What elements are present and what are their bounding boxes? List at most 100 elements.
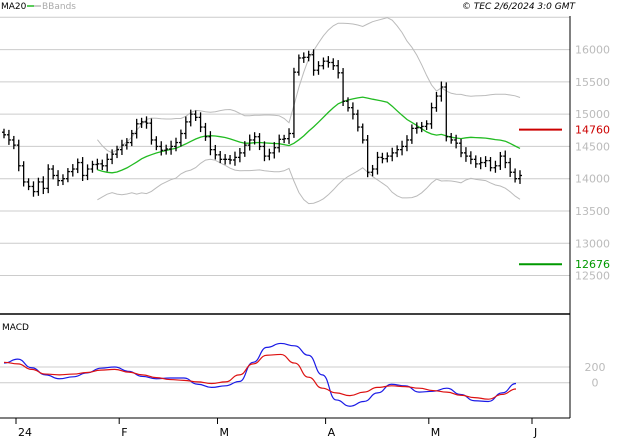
price-bar xyxy=(404,135,409,152)
price-bar xyxy=(149,118,154,145)
price-tick-label: 14000 xyxy=(575,173,610,186)
macd-tick-label: 0 xyxy=(592,377,599,390)
price-bar xyxy=(75,158,80,174)
stock-chart: 1476012676 16000155001500014500140001350… xyxy=(0,2,610,439)
price-bar xyxy=(375,151,380,175)
price-bar xyxy=(473,155,478,168)
price-bar xyxy=(370,164,375,177)
price-tick-label: 12500 xyxy=(575,270,610,283)
price-bar xyxy=(400,140,405,156)
price-bar xyxy=(424,120,429,130)
price-bar xyxy=(124,138,129,150)
price-tick-label: 14500 xyxy=(575,140,610,153)
price-bar xyxy=(198,112,203,133)
price-bar xyxy=(85,164,90,181)
price-grid xyxy=(0,16,570,277)
x-axis: 24 F M A M J xyxy=(15,418,537,439)
price-bar xyxy=(483,156,488,168)
x-tick-label: M xyxy=(219,426,229,439)
price-bar xyxy=(287,128,292,144)
price-bar xyxy=(321,57,326,70)
signal-line xyxy=(3,353,517,400)
macd-tick-label: 200 xyxy=(585,361,606,374)
price-bar xyxy=(232,151,237,166)
price-bar xyxy=(463,147,468,162)
price-bar xyxy=(115,145,120,159)
price-bar xyxy=(144,116,149,129)
macd-line xyxy=(3,342,517,407)
price-bar xyxy=(267,148,272,161)
price-bar xyxy=(409,124,414,144)
macd-grid xyxy=(0,366,570,384)
bollinger-upper-band xyxy=(97,17,521,154)
resistance-label: 14760 xyxy=(575,124,610,137)
price-bar xyxy=(316,61,321,75)
x-tick-label: 24 xyxy=(18,426,32,439)
price-tick-label: 16000 xyxy=(575,44,610,57)
price-bar xyxy=(518,170,522,184)
price-bar xyxy=(203,122,208,141)
price-bar xyxy=(2,128,6,139)
price-bar xyxy=(36,177,41,196)
price-bar xyxy=(488,157,493,172)
price-bar xyxy=(503,150,508,169)
price-bar xyxy=(105,153,110,172)
x-tick-label: J xyxy=(533,426,537,439)
price-bar xyxy=(90,160,95,173)
price-bar xyxy=(70,164,75,177)
price-bar xyxy=(429,102,434,129)
price-bar xyxy=(498,151,503,170)
price-bar xyxy=(178,129,183,147)
price-bar xyxy=(380,152,385,164)
macd-panel: 2000 MACD xyxy=(0,323,606,407)
price-tick-label: 13000 xyxy=(575,237,610,250)
macd-lines xyxy=(3,342,517,407)
price-bar xyxy=(341,68,346,106)
price-bar xyxy=(95,158,100,170)
legend: MA20 BBands xyxy=(1,2,76,12)
price-bar xyxy=(468,151,473,165)
bollinger-bands xyxy=(97,17,521,205)
price-bar xyxy=(513,168,518,183)
price-bar xyxy=(154,136,159,151)
bollinger-lower-band xyxy=(97,158,521,205)
price-bar xyxy=(419,121,424,133)
price-bar xyxy=(80,157,85,181)
x-tick-label: A xyxy=(328,426,336,439)
macd-title: MACD xyxy=(2,323,29,333)
price-bar xyxy=(228,154,233,165)
price-bar xyxy=(459,138,464,158)
price-bar xyxy=(159,141,164,156)
price-bar xyxy=(26,178,31,191)
price-bar xyxy=(350,102,355,120)
price-bar xyxy=(478,157,483,170)
price-bar xyxy=(208,131,213,156)
macd-y-axis: 2000 xyxy=(585,361,606,390)
price-bar xyxy=(326,56,331,68)
price-bar xyxy=(301,52,306,63)
price-tick-label: 15500 xyxy=(575,76,610,89)
price-bar xyxy=(390,147,395,162)
price-bar xyxy=(395,145,400,158)
price-bar xyxy=(21,161,26,187)
price-bar xyxy=(493,160,498,173)
price-bar xyxy=(296,54,301,76)
price-tick-label: 13500 xyxy=(575,205,610,218)
price-bar xyxy=(291,67,296,138)
price-bar xyxy=(262,141,267,162)
price-bar xyxy=(282,134,287,144)
price-bar xyxy=(223,154,228,165)
price-bar xyxy=(60,174,65,186)
price-bar xyxy=(100,159,105,171)
price-bar xyxy=(218,151,223,164)
price-bar xyxy=(183,116,188,139)
price-bar xyxy=(355,109,360,132)
x-tick-label: F xyxy=(121,426,127,439)
panel-frames xyxy=(0,16,571,419)
price-bar xyxy=(439,81,444,102)
price-bar xyxy=(56,170,61,186)
price-bar xyxy=(237,147,242,163)
price-bar xyxy=(169,140,174,155)
bbands-legend-label: BBands xyxy=(42,2,76,12)
price-bar xyxy=(193,110,198,121)
